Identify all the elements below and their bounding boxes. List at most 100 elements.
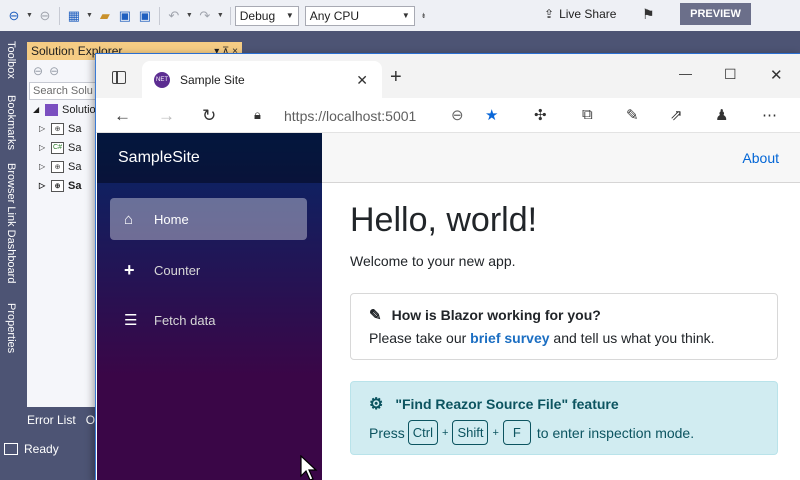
web-project-icon: ⊕ [51,122,64,135]
toolbar-overflow-icon[interactable]: ⇟ [421,12,427,20]
address-input[interactable]: https://localhost:5001 [284,108,416,124]
nav-item-home[interactable]: ⌂ Home [110,198,307,240]
nav-item-counter[interactable]: + Counter [110,249,307,291]
configuration-value: Debug [239,8,276,23]
solution-icon [45,103,58,116]
live-share-label: Live Share [559,7,617,21]
maximize-icon[interactable]: ☐ [724,66,737,83]
close-window-icon[interactable]: ✕ [770,66,783,84]
live-share-button[interactable]: ⇪ Live Share [544,7,616,21]
chevron-down-icon: ▼ [401,11,410,20]
about-link[interactable]: About [742,150,779,166]
share-icon[interactable]: ⇗ [670,106,683,124]
app-sidebar: SampleSite ⌂ Home + Counter ☰ Fetch data [97,133,322,480]
performance-icon[interactable]: ✎ [626,106,639,124]
more-options-icon[interactable]: ⋯ [762,106,777,124]
chevron-down-icon: ▼ [285,11,294,20]
gear-icon: ⚙ [369,396,384,413]
properties-tab[interactable]: Properties [5,303,17,353]
top-row: About [322,133,800,183]
redo-dropdown-icon[interactable]: ▼ [217,12,224,19]
redo-icon[interactable]: ↷ [195,6,215,26]
project-label: Sa [68,179,82,192]
feature-prefix: Press [369,424,405,441]
tab-actions-icon[interactable] [112,71,126,84]
feature-text: Press Ctrl + Shift + F to enter inspecti… [369,420,759,445]
list-icon: ☰ [124,312,138,329]
forward-icon[interactable]: ⊖ [49,64,59,78]
bookmarks-tab[interactable]: Bookmarks [5,95,17,150]
app-main: About Hello, world! Welcome to your new … [322,133,800,480]
project-label: Sa [68,141,82,154]
back-icon[interactable]: ⊖ [33,64,43,78]
web-project-icon: ⊕ [51,160,64,173]
ctrl-key: Ctrl [407,420,439,445]
status-text: Ready [24,442,59,456]
survey-link[interactable]: brief survey [470,330,549,346]
favorite-star-icon[interactable]: ★ [485,106,498,124]
back-icon[interactable]: ⊖ [4,6,24,26]
home-icon: ⌂ [124,210,134,228]
browser-tab[interactable]: NET Sample Site ✕ [142,61,382,99]
back-dropdown-icon[interactable]: ▼ [26,12,33,19]
nav-item-fetch-data[interactable]: ☰ Fetch data [110,299,307,341]
survey-suffix: and tell us what you think. [549,330,715,346]
nav-item-label: Fetch data [154,312,216,328]
refresh-icon[interactable]: ↻ [202,106,216,126]
lock-icon[interactable]: 🔒︎ [254,107,261,123]
web-project-icon: ⊕ [51,179,64,192]
profile-avatar-icon[interactable]: ♟ [715,106,728,124]
back-arrow-icon[interactable]: ← [114,106,131,126]
configuration-select[interactable]: Debug ▼ [234,5,299,26]
close-tab-icon[interactable]: ✕ [356,72,368,89]
plus-icon: + [124,259,135,280]
feedback-icon[interactable]: ⚑ [642,6,655,23]
expand-icon[interactable]: ▷ [39,162,47,171]
toolbar-separator [58,6,60,25]
toolbox-tab[interactable]: Toolbox [5,41,17,79]
new-project-icon[interactable]: ▦ [64,6,84,26]
forward-arrow-icon[interactable]: → [158,106,175,126]
survey-prefix: Please take our [369,330,471,346]
expand-icon[interactable]: ▷ [39,124,47,133]
project-label: Sa [68,160,82,173]
collections-icon[interactable]: ⧉ [582,106,593,123]
survey-title: How is Blazor working for you? [391,307,601,323]
new-project-dropdown-icon[interactable]: ▼ [86,12,93,19]
vs-side-tabs: Toolbox Bookmarks Browser Link Dashboard… [0,31,24,441]
key-plus-separator: + [442,426,449,439]
open-folder-icon[interactable]: ▰ [95,6,115,26]
extensions-icon[interactable]: ✣ [534,106,547,124]
expand-icon[interactable]: ▷ [39,181,47,190]
browser-toolbar: ← → ↻ 🔒︎ https://localhost:5001 ⊖ ★ ✣ ⧉ … [96,98,800,133]
toolbar-separator [229,6,231,25]
output-tab[interactable]: O [86,413,95,427]
error-list-tab[interactable]: Error List [27,413,76,427]
page-title: Hello, world! [350,201,538,239]
save-all-icon[interactable]: ▣ [135,6,155,26]
toolbar-separator [158,6,160,25]
browser-window: NET Sample Site ✕ + — ☐ ✕ ← → ↻ 🔒︎ https… [95,53,800,480]
expand-icon[interactable]: ▷ [39,143,47,152]
browser-link-dashboard-tab[interactable]: Browser Link Dashboard [5,163,17,283]
brand-bar: SampleSite [97,133,322,183]
csharp-project-icon: C# [51,141,64,154]
tab-title: Sample Site [180,73,245,87]
undo-icon[interactable]: ↶ [164,6,184,26]
minimize-icon[interactable]: — [679,66,692,81]
zoom-out-icon[interactable]: ⊖ [451,106,464,124]
platform-value: Any CPU [309,8,360,23]
dotnet-favicon-icon: NET [154,72,170,88]
new-tab-icon[interactable]: + [390,66,402,89]
platform-select[interactable]: Any CPU ▼ [304,5,415,26]
status-icon [4,443,18,455]
save-icon[interactable]: ▣ [115,6,135,26]
live-share-icon: ⇪ [544,7,555,21]
undo-dropdown-icon[interactable]: ▼ [186,12,193,19]
brand-link[interactable]: SampleSite [118,149,200,167]
preview-button[interactable]: PREVIEW [680,3,751,25]
pencil-icon: ✎ [369,307,382,324]
key-plus-separator: + [492,426,499,439]
forward-icon[interactable]: ⊖ [35,6,55,26]
collapse-icon[interactable]: ◢ [33,105,41,114]
